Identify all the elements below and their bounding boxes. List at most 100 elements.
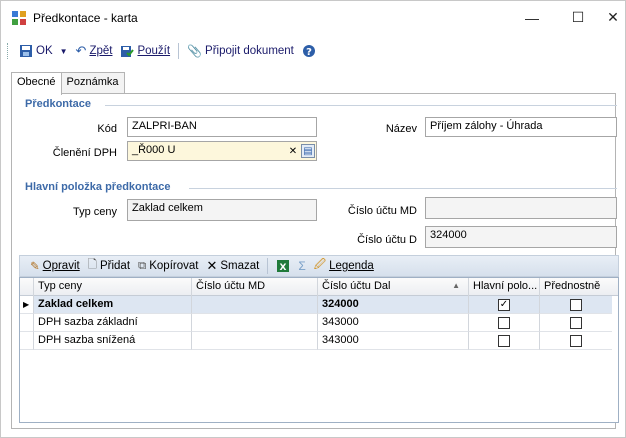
column-header-ucet-dal-label: Číslo účtu Dal bbox=[322, 280, 391, 292]
cell-ucet-dal[interactable]: 343000 bbox=[318, 314, 469, 332]
column-header-ucet-dal[interactable]: Číslo účtu Dal ▲ bbox=[318, 278, 469, 296]
table-row[interactable]: DPH sazba snížená 343000 bbox=[20, 332, 618, 350]
typ-ceny-label: Typ ceny bbox=[72, 206, 117, 218]
cell-typ-ceny[interactable]: DPH sazba základní bbox=[34, 314, 192, 332]
ucet-md-field[interactable] bbox=[425, 197, 617, 219]
edit-label: Opravit bbox=[42, 260, 80, 272]
row-selector[interactable] bbox=[20, 332, 34, 350]
column-header-prednostne[interactable]: Přednostně bbox=[540, 278, 612, 296]
legend-icon: 🖉 bbox=[313, 258, 327, 271]
column-header-ucet-md[interactable]: Číslo účtu MD bbox=[192, 278, 318, 296]
kod-label: Kód bbox=[97, 123, 117, 135]
legend-button[interactable]: 🖉 Legenda bbox=[310, 256, 378, 276]
copy-row-button[interactable]: ⧉ Kopírovat bbox=[134, 256, 202, 276]
svg-text:X: X bbox=[280, 263, 287, 273]
toolbar-grip[interactable] bbox=[7, 43, 11, 59]
cell-typ-ceny[interactable]: DPH sazba snížená bbox=[34, 332, 192, 350]
nazev-field[interactable]: Příjem zálohy - Úhrada bbox=[425, 117, 617, 137]
help-button[interactable]: ? bbox=[298, 41, 320, 61]
sum-button[interactable]: Σ bbox=[294, 256, 309, 276]
main-toolbar: OK ▼ ↶ Zpět Použít 📎 Připojit dokument ? bbox=[7, 41, 621, 61]
paperclip-icon: 📎 bbox=[187, 44, 203, 58]
copy-label: Kopírovat bbox=[149, 260, 199, 272]
cell-prednostne[interactable] bbox=[540, 332, 612, 350]
prednostne-checkbox[interactable] bbox=[570, 316, 582, 329]
group-hlavni-title: Hlavní položka předkontace bbox=[25, 181, 171, 193]
delete-row-button[interactable]: ✕ Smazat bbox=[202, 256, 263, 276]
group-divider bbox=[105, 105, 617, 106]
title-bar: Předkontace - karta — ☐ ✕ bbox=[1, 1, 625, 34]
prednostne-checkbox[interactable] bbox=[570, 334, 582, 347]
add-row-button[interactable]: 🗋 Přidat bbox=[84, 256, 134, 276]
accounts-grid: Typ ceny Číslo účtu MD Číslo účtu Dal ▲ … bbox=[19, 277, 619, 423]
tab-note[interactable]: Poznámka bbox=[60, 72, 125, 93]
attach-document-button[interactable]: 📎 Připojit dokument bbox=[183, 41, 298, 61]
apply-button[interactable]: Použít bbox=[116, 41, 174, 61]
edit-icon: ✎ bbox=[30, 261, 40, 273]
prednostne-checkbox[interactable] bbox=[570, 298, 582, 311]
cell-ucet-md[interactable] bbox=[192, 296, 318, 314]
minimize-button[interactable]: — bbox=[509, 1, 555, 34]
cell-ucet-md[interactable] bbox=[192, 332, 318, 350]
current-row-icon: ▶ bbox=[23, 300, 30, 309]
group-divider bbox=[189, 188, 617, 189]
legend-label: Legenda bbox=[329, 260, 374, 272]
maximize-button[interactable]: ☐ bbox=[555, 1, 601, 34]
grid-header: Typ ceny Číslo účtu MD Číslo účtu Dal ▲ … bbox=[20, 278, 618, 296]
cell-hlavni[interactable] bbox=[469, 314, 540, 332]
row-selector[interactable]: ▶ bbox=[20, 296, 34, 314]
clear-icon[interactable]: ✕ bbox=[286, 144, 300, 158]
toolbar-separator bbox=[178, 43, 180, 59]
cleneni-dph-field[interactable]: _Ř000 U ✕ ▤ bbox=[127, 141, 317, 161]
nazev-label: Název bbox=[385, 123, 417, 135]
chevron-down-icon[interactable]: ▼ bbox=[60, 47, 68, 56]
kod-field[interactable]: ZALPRI-BAN bbox=[127, 117, 317, 137]
export-excel-button[interactable]: X bbox=[272, 256, 294, 276]
cell-hlavni[interactable]: ✓ bbox=[469, 296, 540, 314]
cell-prednostne[interactable] bbox=[540, 296, 612, 314]
close-button[interactable]: ✕ bbox=[601, 1, 625, 34]
table-row[interactable]: ▶ Zaklad celkem 324000 ✓ bbox=[20, 296, 618, 314]
back-button[interactable]: ↶ Zpět bbox=[72, 41, 117, 61]
row-selector[interactable] bbox=[20, 314, 34, 332]
edit-row-button[interactable]: ✎ Opravit bbox=[26, 256, 84, 276]
new-document-icon: 🗋 bbox=[87, 258, 97, 271]
delete-label: Smazat bbox=[220, 260, 260, 272]
ok-label: OK bbox=[36, 45, 53, 57]
add-label: Přidat bbox=[99, 260, 131, 272]
cell-prednostne[interactable] bbox=[540, 314, 612, 332]
ok-button[interactable]: OK ▼ bbox=[15, 41, 72, 61]
cell-hlavni[interactable] bbox=[469, 332, 540, 350]
cleneni-dph-value: _Ř000 U bbox=[132, 144, 176, 156]
lookup-icon[interactable]: ▤ bbox=[301, 144, 315, 158]
apply-label: Použít bbox=[137, 45, 171, 57]
ucet-d-label: Číslo účtu D bbox=[357, 234, 417, 246]
cell-ucet-md[interactable] bbox=[192, 314, 318, 332]
cell-ucet-dal[interactable]: 324000 bbox=[318, 296, 469, 314]
toolbar-separator bbox=[267, 258, 269, 274]
typ-ceny-field[interactable]: Zaklad celkem bbox=[127, 199, 317, 221]
help-icon: ? bbox=[302, 45, 315, 58]
column-header-hlavni[interactable]: Hlavní polo... bbox=[469, 278, 540, 296]
cleneni-dph-label: Členění DPH bbox=[52, 147, 117, 159]
attach-label: Připojit dokument bbox=[205, 45, 294, 57]
undo-icon: ↶ bbox=[75, 43, 87, 58]
hlavni-checkbox[interactable]: ✓ bbox=[498, 298, 510, 311]
back-label: Zpět bbox=[89, 45, 113, 57]
ucet-md-label: Číslo účtu MD bbox=[347, 205, 417, 217]
hlavni-checkbox[interactable] bbox=[498, 316, 510, 329]
tab-strip: Obecné Poznámka bbox=[11, 72, 125, 95]
ucet-d-field[interactable]: 324000 bbox=[425, 226, 617, 248]
save-icon bbox=[20, 45, 32, 57]
tab-general[interactable]: Obecné bbox=[11, 72, 62, 95]
table-row[interactable]: DPH sazba základní 343000 bbox=[20, 314, 618, 332]
column-header-typ-ceny[interactable]: Typ ceny bbox=[34, 278, 192, 296]
hlavni-checkbox[interactable] bbox=[498, 334, 510, 347]
sum-icon: Σ bbox=[298, 259, 306, 273]
cell-typ-ceny[interactable]: Zaklad celkem bbox=[34, 296, 192, 314]
sort-ascending-icon: ▲ bbox=[452, 281, 460, 290]
excel-icon: X bbox=[277, 260, 290, 273]
row-selector-header bbox=[20, 278, 34, 296]
cell-ucet-dal[interactable]: 343000 bbox=[318, 332, 469, 350]
group-predkontace-title: Předkontace bbox=[25, 98, 92, 110]
